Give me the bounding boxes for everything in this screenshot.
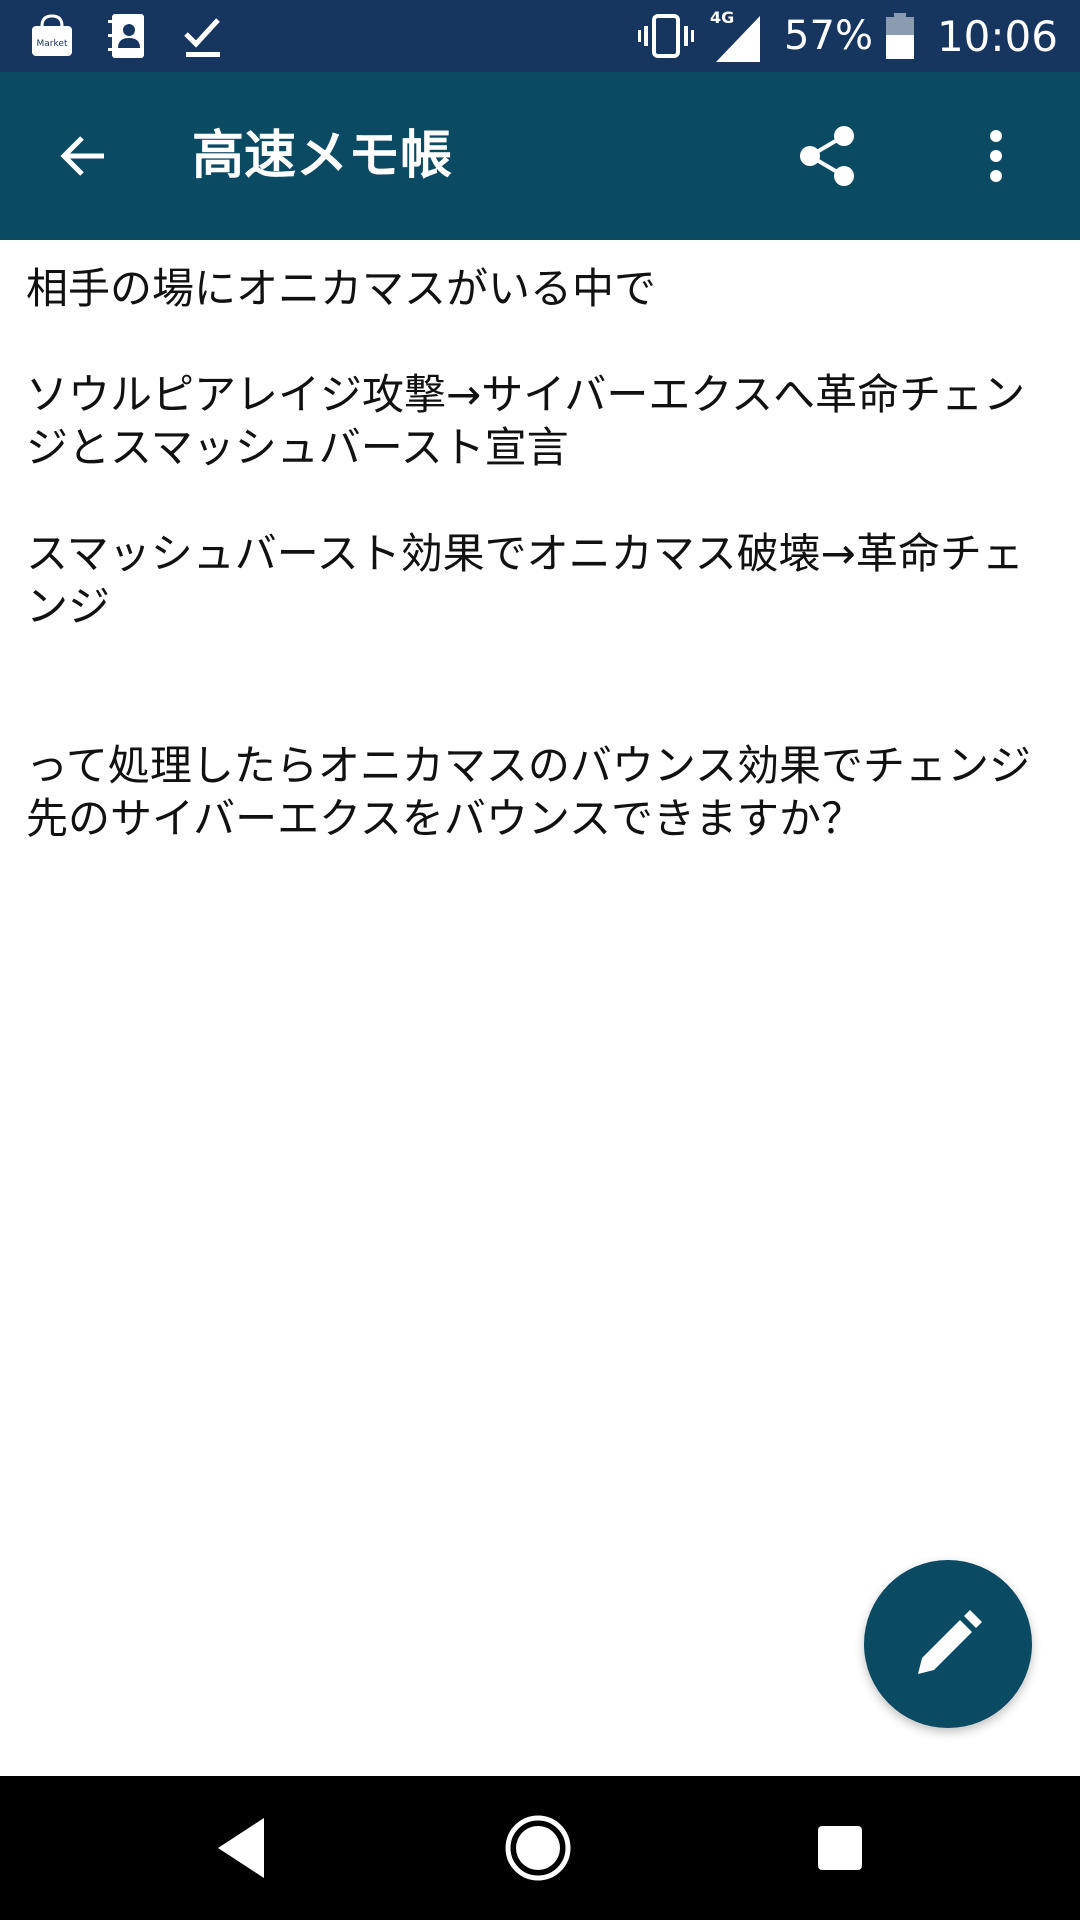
checkmark-icon (180, 12, 228, 60)
battery-icon (885, 13, 914, 59)
battery-percent: 57% (784, 13, 873, 59)
market-icon: Market (28, 12, 76, 60)
status-left-icons: Market (28, 10, 228, 62)
share-button[interactable] (784, 112, 872, 200)
memo-paragraph: ソウルピアレイジ攻撃→サイバーエクスへ革命チェンジとスマッシュバースト宣言 (26, 370, 1026, 472)
pencil-icon (918, 1610, 982, 1674)
market-icon-label: Market (37, 39, 68, 49)
nav-recents-icon[interactable] (816, 1812, 864, 1884)
share-icon (800, 126, 854, 186)
status-bar: Market 4G 57% 10:06 (0, 0, 1080, 72)
edit-fab[interactable] (864, 1560, 1032, 1728)
nav-home-icon[interactable] (502, 1812, 574, 1884)
vibrate-icon (638, 14, 695, 58)
more-vert-icon (990, 130, 1002, 182)
more-options-button[interactable] (952, 112, 1040, 200)
status-right: 4G 57% 10:06 (638, 0, 1058, 72)
nav-back-icon[interactable] (208, 1812, 280, 1884)
nav-bar (0, 1776, 1080, 1920)
app-bar: 高速メモ帳 (0, 72, 1080, 240)
back-button[interactable] (40, 112, 128, 200)
network-type: 4G (710, 8, 735, 27)
clock: 10:06 (936, 11, 1058, 61)
arrow-left-icon (60, 136, 104, 176)
app-title: 高速メモ帳 (192, 126, 453, 186)
contacts-icon (104, 12, 152, 60)
memo-paragraph: スマッシュバースト効果でオニカマス破壊→革命チェンジ (26, 529, 1024, 631)
memo-paragraph: 相手の場にオニカマスがいる中で (26, 264, 657, 313)
signal-indicator: 4G (710, 8, 761, 62)
screen: Market 4G 57% 10:06 高速メモ帳 相手の場にオニカマスがいる中… (0, 0, 1080, 1920)
memo-content: 相手の場にオニカマスがいる中で ソウルピアレイジ攻撃→サイバーエクスへ革命チェン… (26, 262, 1056, 845)
memo-paragraph: って処理したらオニカマスのバウンス効果でチェンジ先のサイバーエクスをバウンスでき… (26, 741, 1032, 843)
